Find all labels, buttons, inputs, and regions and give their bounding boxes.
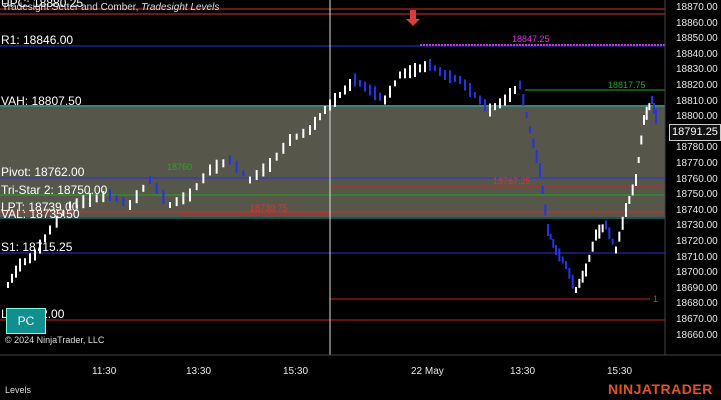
copyright-text: © 2024 NinjaTrader, LLC [5,335,105,345]
target-magenta-label: 18847.25 [512,34,550,44]
y-axis-label: 18850.00 [676,33,718,45]
current-price-badge: 18791.25 [669,124,721,141]
x-axis-label: 15:30 [607,366,633,377]
count-red-label: 1 [653,294,659,304]
target-green-label: 18817.75 [608,80,646,90]
y-axis-label: 18860.00 [676,17,718,29]
y-axis-label: 18660.00 [676,329,718,341]
s1-label: S1: 18715.25 [1,240,73,254]
val-label: VAL: 18735.50 [1,207,80,221]
r1-label: R1: 18846.00 [1,33,74,47]
x-axis-label: 22 May [411,366,444,377]
levels-tab[interactable]: Levels [5,385,31,395]
down-arrow-icon [406,10,420,26]
y-axis-label: 18720.00 [676,236,718,247]
y-axis-label: 18670.00 [676,314,718,325]
y-axis-label: 18730.00 [676,220,718,232]
y-axis-label: 18740.00 [676,204,718,216]
y-axis-label: 18750.00 [676,189,718,201]
mid-red-label: 18767.25 [493,176,531,186]
vah-label: VAH: 18807.50 [1,94,82,108]
y-axis-label: 18690.00 [676,282,718,294]
y-axis-label: 18840.00 [676,48,718,60]
y-axis-label: 18760.00 [676,173,718,185]
low-red-label: 18739.75 [250,203,288,213]
y-axis-label: 18770.00 [676,158,718,169]
y-axis-label: 18870.00 [676,2,718,13]
y-axis-label: 18710.00 [676,251,718,263]
tristar-label: Tri-Star 2: 18750.00 [1,183,108,197]
price-chart[interactable] [0,0,721,400]
y-axis-label: 18830.00 [676,64,718,76]
title-indicators: Tradesight Setter and Comber, [2,2,139,13]
pivot-label: Pivot: 18762.00 [1,165,85,179]
x-axis-label: 11:30 [92,366,117,377]
ninjatrader-logo: NINJATRADER [608,381,713,397]
y-axis-label: 18820.00 [676,80,718,91]
value-area-band [0,105,665,217]
x-axis-label: 13:30 [186,366,212,377]
y-axis-label: 18780.00 [676,142,718,154]
green-label-a: 18760 [167,162,193,172]
y-axis-label: 18800.00 [676,111,718,123]
chart-title: Tradesight Setter and Comber, Tradesight… [2,2,219,13]
x-axis-label: 15:30 [283,366,309,377]
y-axis-label: 18700.00 [676,267,718,279]
y-axis-label: 18680.00 [676,298,718,310]
title-levels: Tradesight Levels [141,2,220,13]
y-axis-label: 18810.00 [676,95,718,107]
x-axis-label: 13:30 [510,366,536,377]
pc-button[interactable]: PC [6,308,46,334]
